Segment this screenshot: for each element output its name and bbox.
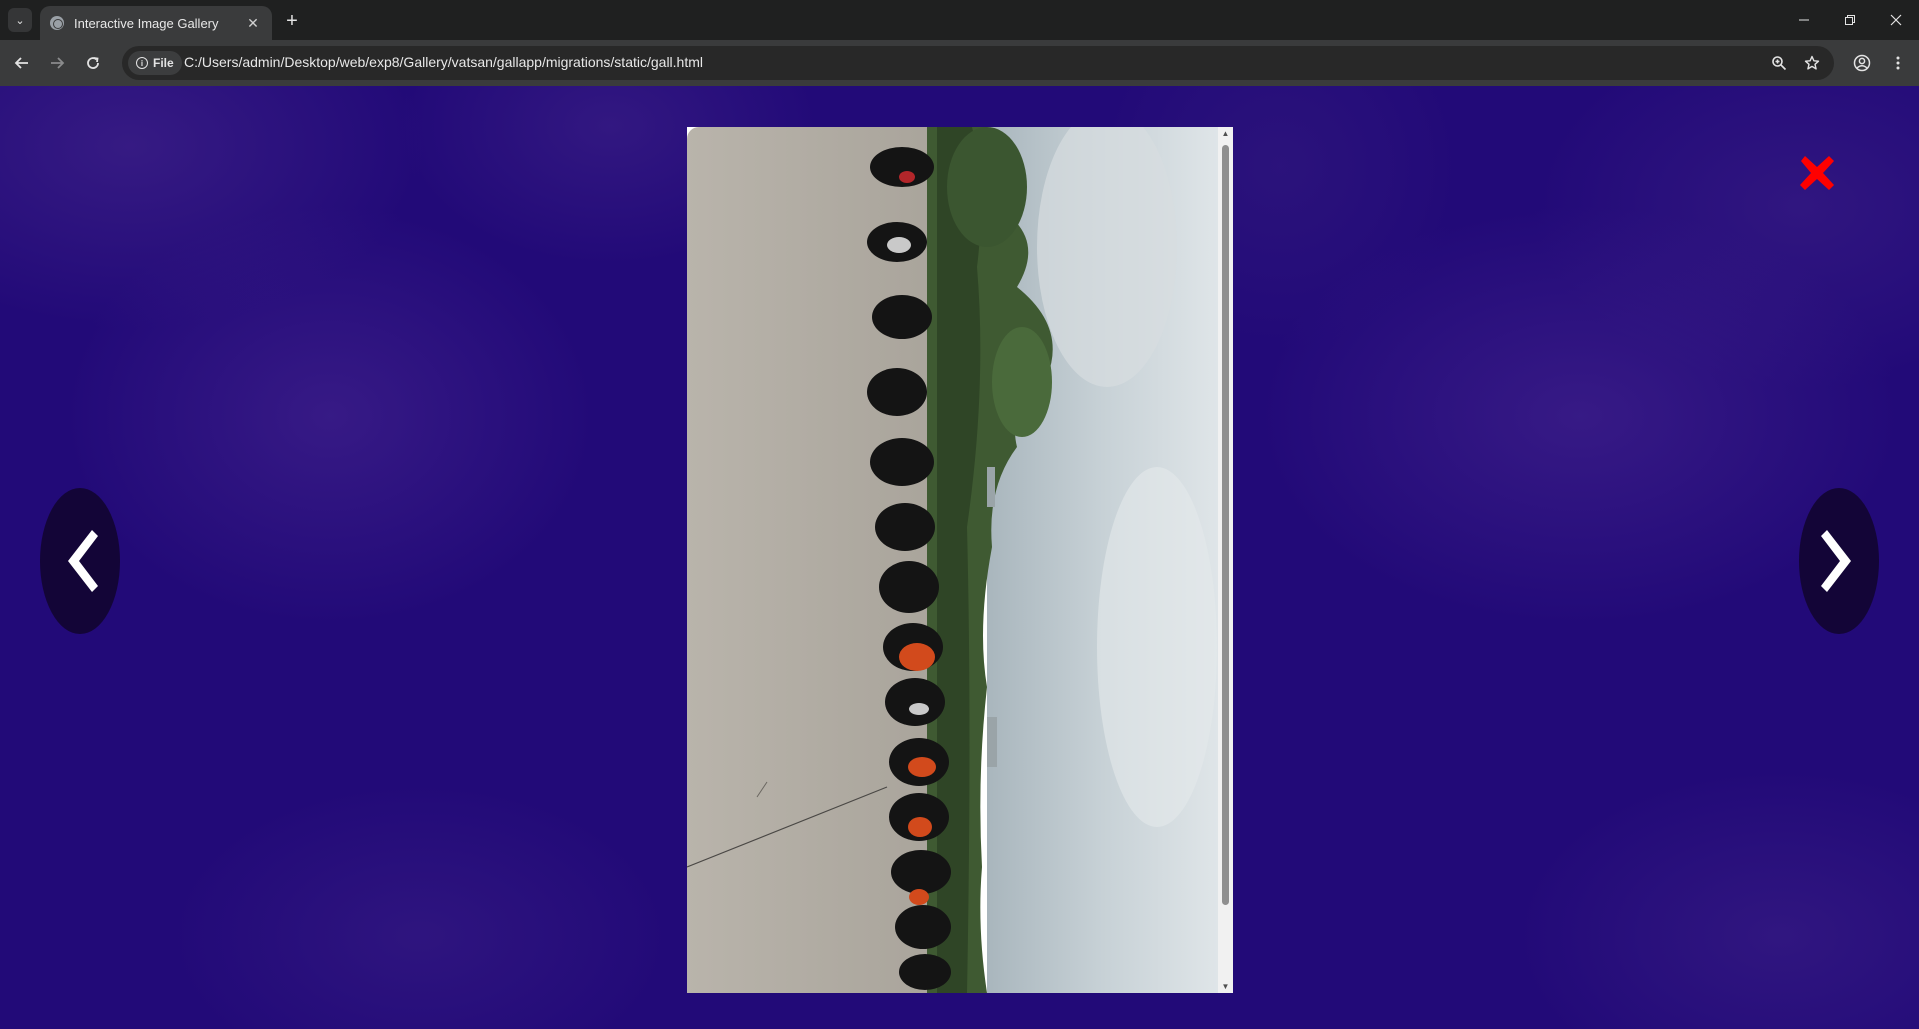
zoom-magnifier-glyph bbox=[1772, 56, 1787, 71]
minimize-icon bbox=[1799, 19, 1809, 21]
restore-icon bbox=[1845, 15, 1855, 25]
scroll-up-icon[interactable]: ▲ bbox=[1221, 129, 1230, 138]
restore-button[interactable] bbox=[1827, 0, 1873, 40]
minimize-button[interactable] bbox=[1781, 0, 1827, 40]
chevron-right-icon bbox=[1821, 530, 1851, 592]
browser-toolbar: i File C:/Users/admin/Desktop/web/exp8/G… bbox=[0, 40, 1919, 86]
site-info-chip[interactable]: i File bbox=[128, 51, 182, 75]
reload-icon bbox=[87, 57, 99, 69]
close-icon bbox=[1800, 156, 1834, 190]
close-lightbox-button[interactable] bbox=[1795, 151, 1839, 195]
menu-button[interactable] bbox=[1885, 50, 1911, 76]
tab-close-icon[interactable]: ✕ bbox=[244, 14, 262, 32]
lightbox-frame[interactable]: ▲ ▼ bbox=[687, 127, 1233, 993]
scrollbar-thumb[interactable] bbox=[1222, 145, 1229, 905]
zoom-icon[interactable] bbox=[1768, 52, 1790, 74]
info-icon: i bbox=[136, 57, 148, 69]
profile-icon bbox=[1853, 54, 1871, 72]
lightbox-scrollbar[interactable]: ▲ ▼ bbox=[1218, 127, 1233, 993]
close-window-icon bbox=[1890, 14, 1902, 26]
tab-search-button[interactable]: ⌄ bbox=[8, 8, 32, 32]
site-info-label: File bbox=[153, 56, 174, 70]
gallery-image bbox=[687, 127, 1218, 993]
chevron-left-icon bbox=[68, 530, 98, 592]
forward-arrow-icon bbox=[51, 57, 65, 69]
close-window-button[interactable] bbox=[1873, 0, 1919, 40]
prev-button[interactable] bbox=[40, 488, 120, 634]
kebab-menu-icon bbox=[1896, 56, 1900, 70]
back-button[interactable] bbox=[9, 50, 35, 76]
url-text[interactable]: C:/Users/admin/Desktop/web/exp8/Gallery/… bbox=[184, 54, 703, 70]
star-glyph bbox=[1804, 55, 1820, 70]
back-arrow-icon bbox=[14, 57, 28, 69]
reload-button[interactable] bbox=[80, 50, 106, 76]
motorcycle-photo bbox=[687, 127, 1218, 993]
address-bar[interactable]: i File C:/Users/admin/Desktop/web/exp8/G… bbox=[122, 46, 1834, 80]
scroll-down-icon[interactable]: ▼ bbox=[1221, 982, 1230, 991]
browser-tab[interactable]: Interactive Image Gallery ✕ bbox=[40, 6, 272, 40]
tab-title: Interactive Image Gallery bbox=[74, 15, 219, 31]
globe-icon bbox=[50, 16, 64, 30]
forward-button[interactable] bbox=[44, 50, 70, 76]
new-tab-button[interactable]: + bbox=[280, 9, 304, 33]
profile-button[interactable] bbox=[1849, 50, 1875, 76]
tab-strip: ⌄ Interactive Image Gallery ✕ + bbox=[0, 0, 1919, 40]
gallery-page: ▲ ▼ bbox=[0, 86, 1919, 1029]
bookmark-star-icon[interactable] bbox=[1801, 52, 1823, 74]
next-button[interactable] bbox=[1799, 488, 1879, 634]
